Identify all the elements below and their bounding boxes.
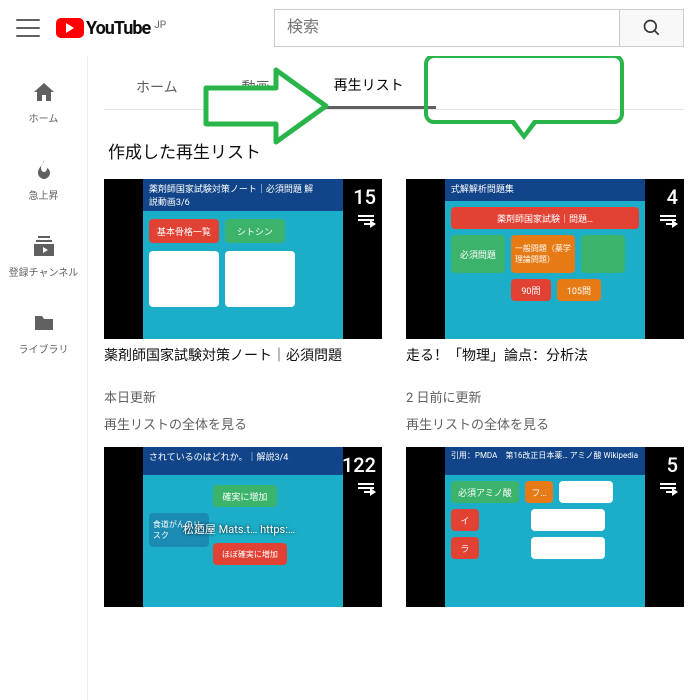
top-header: YouTube JP [0, 0, 700, 56]
thumb-tile: フ… [525, 481, 553, 503]
playlist-count: 4 [667, 185, 678, 209]
section-title: 作成した再生リスト [108, 138, 684, 163]
thumb-tile: 105問 [557, 279, 601, 301]
thumb-tile: 必須問題 [451, 235, 505, 273]
tab-playlists[interactable]: 再生リスト [302, 64, 436, 109]
thumb-tile: 薬剤師国家試験｜問題… [451, 207, 639, 229]
playlist-icon [358, 483, 374, 493]
playlist-thumbnail: 式解解析問題集 薬剤師国家試験｜問題… 必須問題 一般問題（薬学理論問題） 90… [406, 179, 684, 339]
region-code: JP [154, 20, 166, 31]
sidebar-item-label: ホーム [29, 110, 59, 125]
playlist-card[interactable]: されているのはどれか。｜解説3/4 確実に増加 食道がんのリスク ほぼ確実に増加… [104, 447, 382, 607]
thumb-band: されているのはどれか。｜解説3/4 [143, 447, 343, 475]
playlist-icon [358, 215, 374, 225]
flame-icon [32, 157, 56, 181]
thumb-tile: 基本骨格一覧 [149, 219, 219, 243]
playlist-updated: 本日更新 [104, 387, 382, 406]
play-icon [56, 18, 84, 38]
search-button[interactable] [620, 9, 684, 47]
tab-home[interactable]: ホーム [104, 64, 210, 109]
thumb-overlay-text: 松廼屋 Mats.t… https:… [183, 521, 295, 537]
main-content: ホーム 動画 再生リスト 作成した再生リスト 薬剤師国家試験対策ノート｜必須問題… [88, 56, 700, 700]
thumb-tile: 一般問題（薬学理論問題） [511, 235, 575, 273]
sidebar-item-library[interactable]: ライブラリ [0, 295, 87, 372]
playlist-count: 5 [667, 453, 678, 477]
tab-videos[interactable]: 動画 [210, 64, 302, 109]
left-sidebar: ホーム 急上昇 登録チャンネル ライブラリ [0, 56, 88, 700]
thumb-tile: イ [451, 509, 479, 531]
playlist-count: 122 [342, 453, 376, 477]
channel-tabs: ホーム 動画 再生リスト [104, 64, 684, 110]
view-full-playlist-link[interactable]: 再生リストの全体を見る [104, 414, 382, 433]
thumb-band: 薬剤師国家試験対策ノート｜必須問題 解説動画3/6 [143, 179, 343, 211]
view-full-playlist-link[interactable]: 再生リストの全体を見る [406, 414, 684, 433]
thumb-band: 式解解析問題集 [445, 179, 645, 201]
home-icon [32, 80, 56, 104]
sidebar-item-label: 登録チャンネル [9, 264, 79, 279]
playlist-title: 走る！「物理」論点：分析法 [406, 347, 684, 381]
sidebar-item-trending[interactable]: 急上昇 [0, 141, 87, 218]
thumb-band: 引用：PMDA 第16改正日本薬… アミノ酸 Wikipedia [445, 447, 645, 475]
thumb-tile: ラ [451, 537, 479, 559]
logo-text: YouTube [86, 18, 150, 39]
youtube-logo[interactable]: YouTube JP [56, 18, 166, 39]
thumb-tile: シトシン [225, 219, 285, 243]
sidebar-item-subscriptions[interactable]: 登録チャンネル [0, 218, 87, 295]
playlist-title: 薬剤師国家試験対策ノート｜必須問題 [104, 347, 382, 381]
folder-icon [32, 311, 56, 335]
thumb-tile: 必須アミノ酸 [451, 481, 519, 503]
playlist-icon [660, 215, 676, 225]
thumb-tile: 確実に増加 [213, 485, 277, 507]
sidebar-item-label: 急上昇 [29, 187, 59, 202]
subscriptions-icon [32, 234, 56, 258]
playlist-thumbnail: 引用：PMDA 第16改正日本薬… アミノ酸 Wikipedia 必須アミノ酸 … [406, 447, 684, 607]
playlist-thumbnail: されているのはどれか。｜解説3/4 確実に増加 食道がんのリスク ほぼ確実に増加… [104, 447, 382, 607]
sidebar-item-home[interactable]: ホーム [0, 64, 87, 141]
playlist-updated: 2 日前に更新 [406, 387, 684, 406]
playlist-card[interactable]: 引用：PMDA 第16改正日本薬… アミノ酸 Wikipedia 必須アミノ酸 … [406, 447, 684, 607]
playlist-thumbnail: 薬剤師国家試験対策ノート｜必須問題 解説動画3/6 基本骨格一覧 シトシン 15 [104, 179, 382, 339]
search-form [274, 9, 684, 47]
thumb-tile: ほぼ確実に増加 [213, 543, 287, 565]
search-icon [642, 18, 662, 38]
playlist-card[interactable]: 薬剤師国家試験対策ノート｜必須問題 解説動画3/6 基本骨格一覧 シトシン 15 [104, 179, 382, 433]
playlist-count: 15 [353, 185, 376, 209]
playlist-grid: 薬剤師国家試験対策ノート｜必須問題 解説動画3/6 基本骨格一覧 シトシン 15 [104, 179, 684, 607]
hamburger-menu-icon[interactable] [16, 16, 40, 40]
sidebar-item-label: ライブラリ [19, 341, 69, 356]
search-input[interactable] [274, 9, 620, 47]
playlist-icon [660, 483, 676, 493]
thumb-tile: 90問 [511, 279, 551, 301]
playlist-card[interactable]: 式解解析問題集 薬剤師国家試験｜問題… 必須問題 一般問題（薬学理論問題） 90… [406, 179, 684, 433]
